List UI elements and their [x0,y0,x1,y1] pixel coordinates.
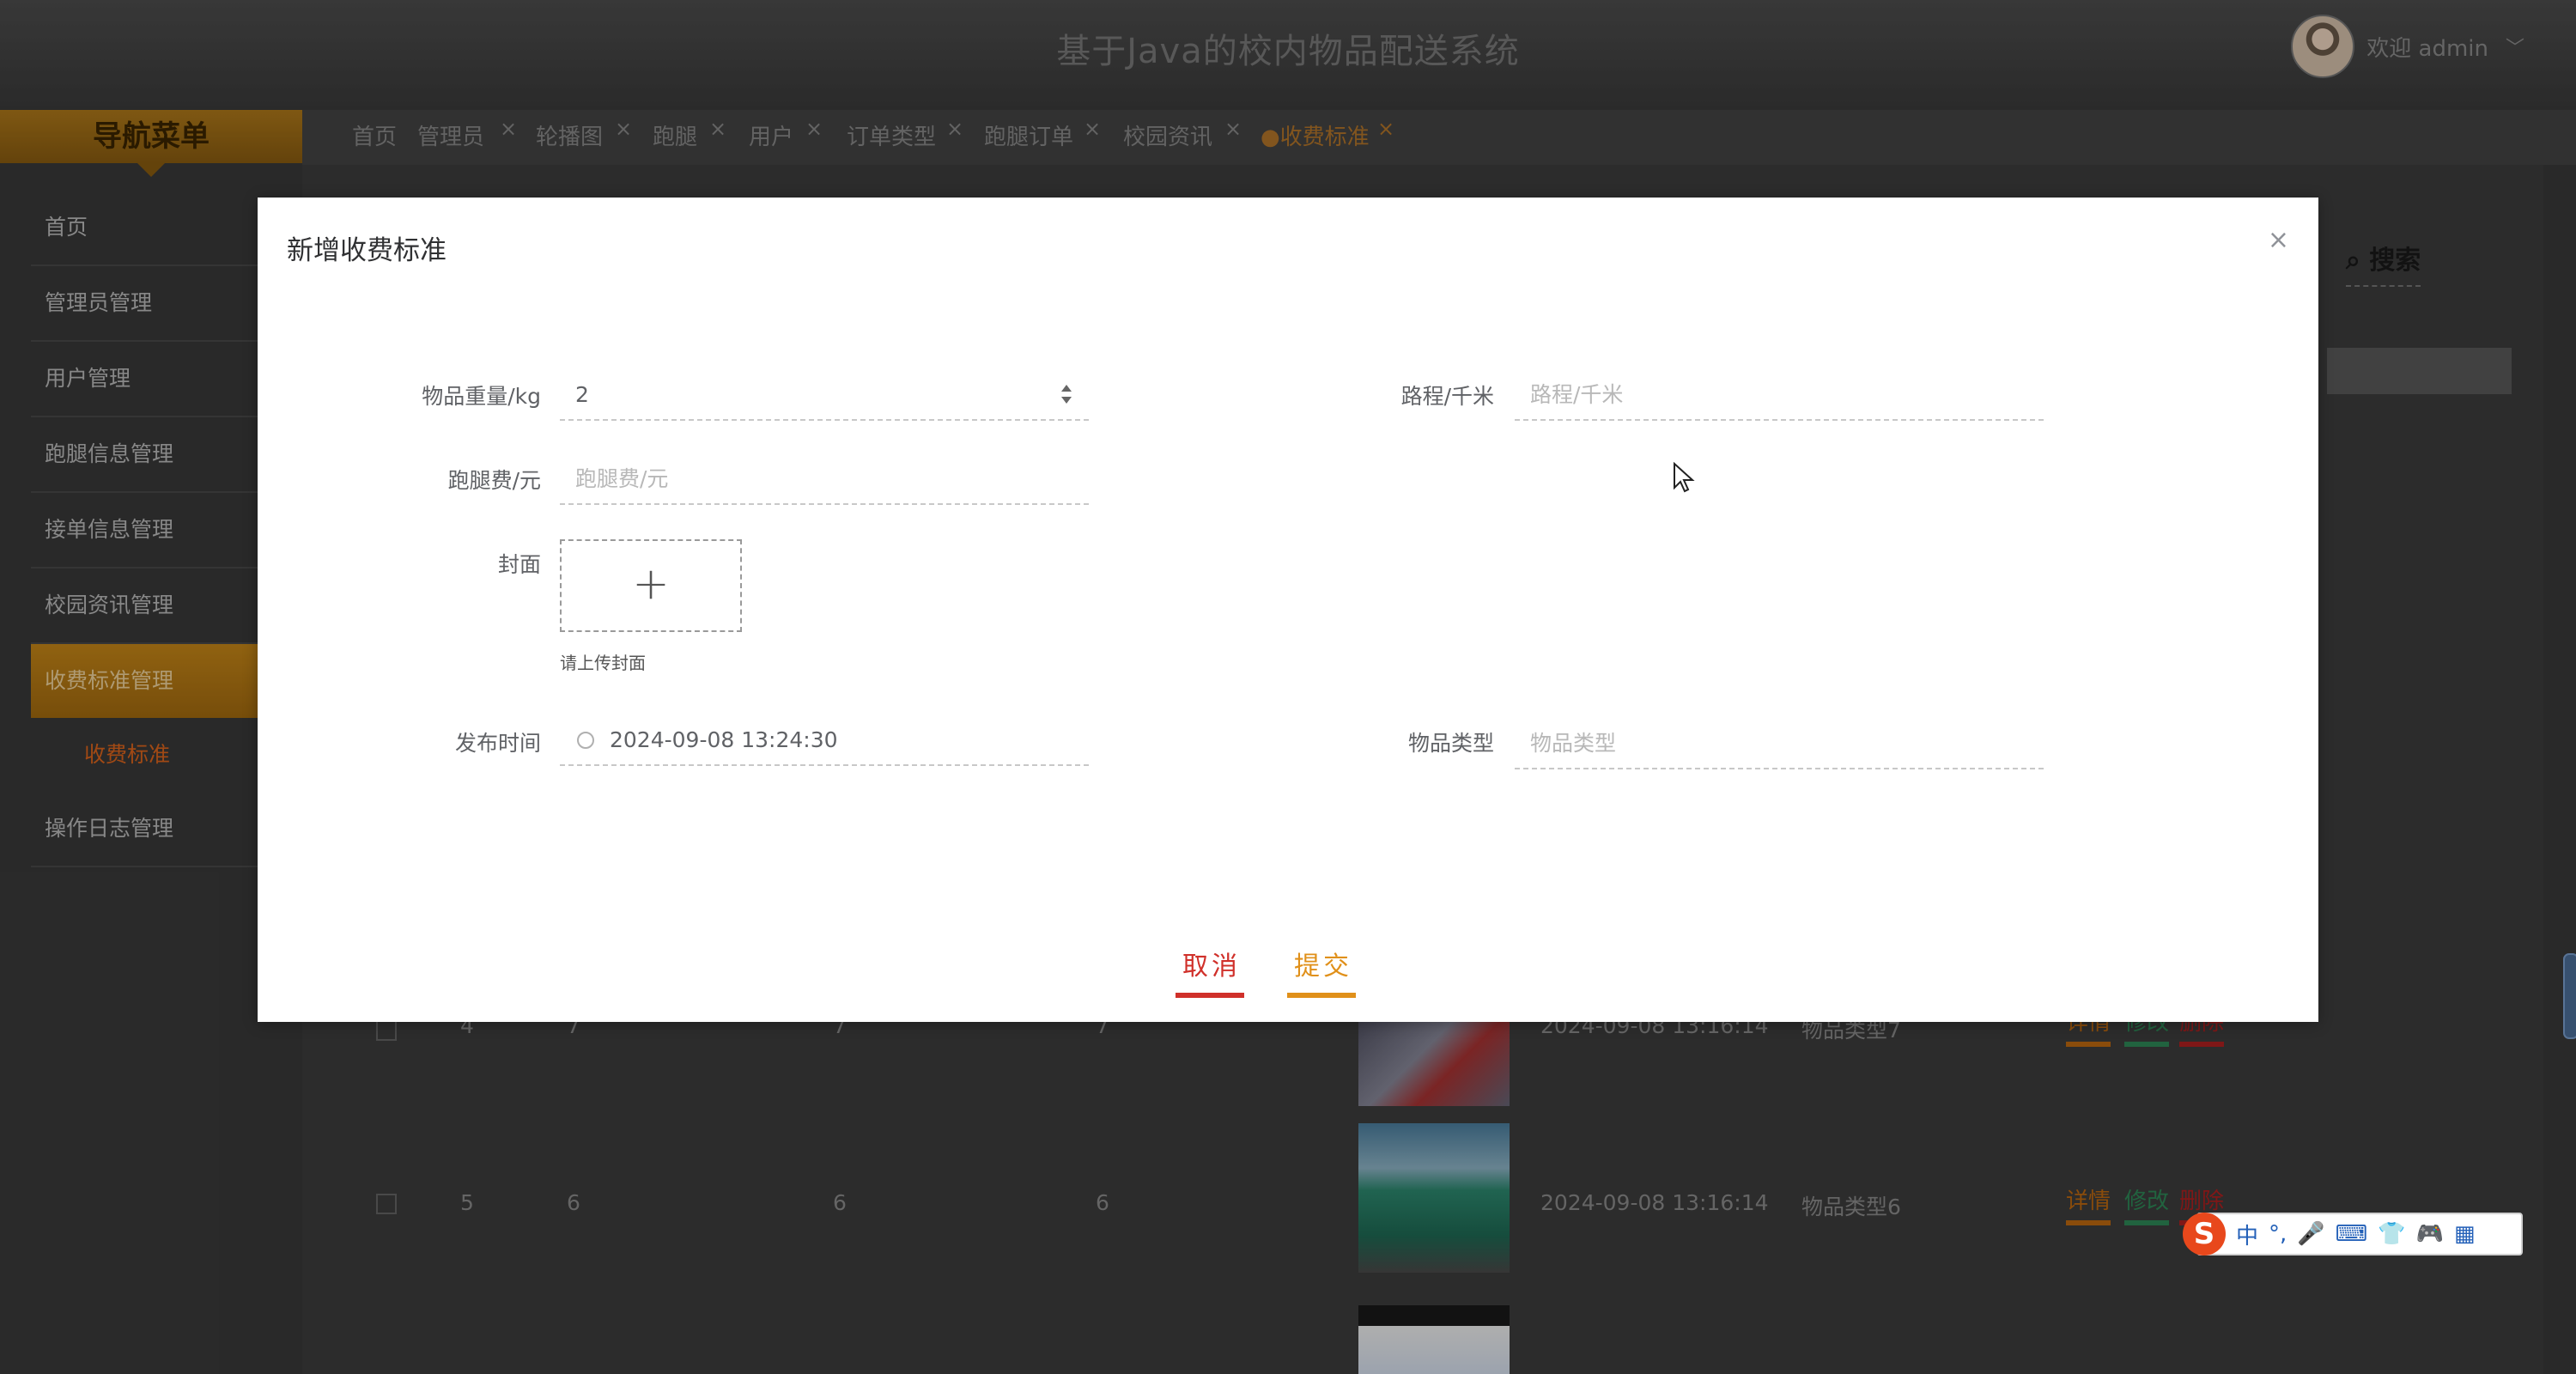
cover-upload[interactable]: + [560,539,742,632]
skin-shirt-icon[interactable]: 👕 [2378,1221,2405,1247]
upload-tip: 请上传封面 [560,653,646,673]
ime-toolbar[interactable]: S 中 °, 🎤 ⌨ 👕 🎮 ▦ [2183,1213,2523,1255]
cancel-button[interactable]: 取消 [1176,945,1244,998]
dialog-title: 新增收费标准 [287,235,447,266]
distance-label: 路程/千米 [1400,384,1494,409]
distance-placeholder: 路程/千米 [1530,382,1624,407]
publish-time-input[interactable]: 2024-09-08 13:24:30 [560,716,1089,766]
fee-label: 跑腿费/元 [447,468,541,493]
ime-chinese-mode[interactable]: 中 [2236,1219,2258,1250]
mouse-cursor-icon [1674,462,1695,493]
publish-time-value: 2024-09-08 13:24:30 [610,727,838,752]
add-fee-standard-dialog: 新增收费标准 × 物品重量/kg 2 路程/千米 路程/千米 跑腿费/元 跑腿费… [258,198,2318,1022]
fee-placeholder: 跑腿费/元 [575,466,669,491]
weight-label: 物品重量/kg [422,384,541,409]
clock-icon [577,732,594,749]
item-type-placeholder: 物品类型 [1530,731,1617,756]
distance-input[interactable]: 路程/千米 [1515,371,2044,421]
weight-input[interactable]: 2 [560,371,1089,421]
toolbox-icon[interactable]: ▦ [2454,1221,2476,1247]
keyboard-icon[interactable]: ⌨ [2336,1221,2368,1247]
game-icon[interactable]: 🎮 [2416,1221,2444,1247]
fee-input[interactable]: 跑腿费/元 [560,455,1089,505]
ime-punctuation-icon[interactable]: °, [2269,1221,2287,1247]
submit-button[interactable]: 提交 [1287,945,1356,998]
cover-label: 封面 [497,552,541,577]
item-type-select[interactable]: 物品类型 [1515,720,2044,769]
plus-icon: + [632,558,670,610]
item-type-label: 物品类型 [1407,731,1494,756]
close-icon[interactable]: × [2268,225,2289,255]
sogou-logo-icon: S [2183,1213,2226,1255]
weight-value: 2 [575,382,589,407]
microphone-icon[interactable]: 🎤 [2297,1221,2324,1247]
number-stepper-icon[interactable] [1061,383,1072,407]
publish-time-label: 发布时间 [454,731,541,756]
